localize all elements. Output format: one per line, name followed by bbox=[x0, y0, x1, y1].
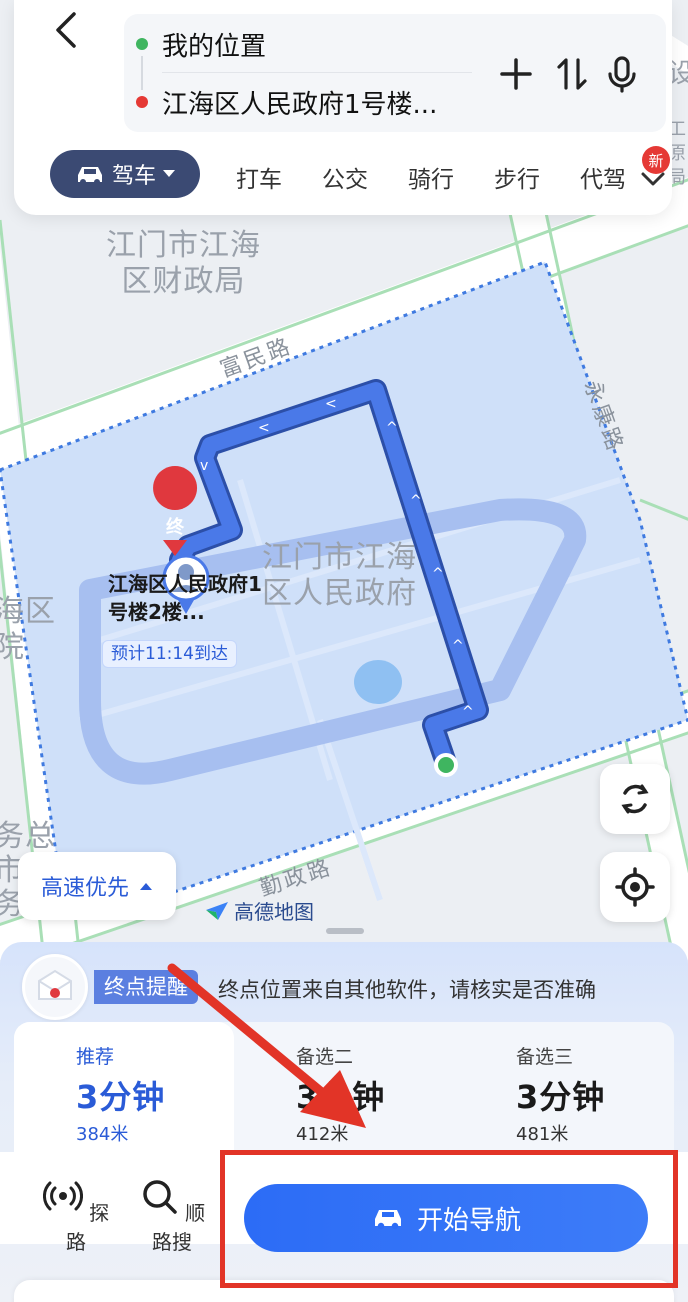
car-icon bbox=[77, 167, 102, 185]
envelope-icon bbox=[22, 954, 88, 1020]
origin-dot bbox=[136, 38, 148, 50]
refresh-icon bbox=[621, 784, 649, 814]
map-label-finance-bureau: 江门市江海 区财政局 bbox=[106, 228, 261, 299]
tab-bike[interactable]: 骑行 bbox=[408, 160, 454, 194]
panel-drag-handle[interactable] bbox=[326, 928, 364, 934]
microphone-icon[interactable] bbox=[602, 54, 642, 94]
search-icon bbox=[143, 1180, 177, 1214]
destination-notice[interactable]: 终点提醒 终点位置来自其他软件，请核实是否准确 bbox=[16, 950, 676, 1022]
tab-drive[interactable]: 驾车 bbox=[50, 150, 200, 198]
locate-icon bbox=[615, 867, 655, 907]
destination-map-label[interactable]: 江海区人民政府1号楼2楼... bbox=[108, 570, 268, 626]
explore-route-button[interactable]: 探路 bbox=[36, 1176, 116, 1255]
route-preference-label: 高速优先 bbox=[40, 876, 129, 901]
swap-route-icon[interactable] bbox=[552, 54, 592, 94]
svg-text:<: < bbox=[258, 420, 270, 436]
notice-tag: 终点提醒 bbox=[94, 970, 198, 1004]
tab-designated-driver[interactable]: 代驾 bbox=[580, 160, 626, 194]
route-option-time: 3分钟 bbox=[296, 1078, 386, 1116]
notice-text: 终点位置来自其他软件，请核实是否准确 bbox=[218, 978, 596, 1002]
route-option-time: 3分钟 bbox=[76, 1078, 166, 1116]
locate-button[interactable] bbox=[600, 852, 670, 922]
caret-up-icon bbox=[140, 883, 152, 890]
add-waypoint-icon[interactable] bbox=[496, 54, 536, 94]
back-button[interactable] bbox=[52, 10, 88, 56]
route-option-distance: 481米 bbox=[516, 1124, 569, 1145]
svg-text:<: < bbox=[325, 396, 337, 412]
travel-mode-tabs: 驾车 打车 公交 骑行 步行 代驾 bbox=[36, 150, 672, 200]
search-along-route-button[interactable]: 顺路搜 bbox=[132, 1176, 212, 1255]
tab-taxi[interactable]: 打车 bbox=[236, 160, 282, 194]
svg-text:^: ^ bbox=[432, 566, 444, 582]
route-option-alt-2[interactable]: 备选二 3分钟 412米 bbox=[234, 1022, 454, 1152]
svg-text:^: ^ bbox=[462, 704, 474, 720]
svg-text:^: ^ bbox=[452, 638, 464, 654]
destination-dot bbox=[136, 96, 148, 108]
destination-field[interactable]: 江海区人民政府1号楼... bbox=[162, 84, 437, 121]
route-option-time: 3分钟 bbox=[516, 1078, 606, 1116]
refresh-route-button[interactable] bbox=[600, 764, 670, 834]
route-option-distance: 384米 bbox=[76, 1124, 129, 1145]
route-options: 推荐 3分钟 384米 备选二 3分钟 412米 备选三 3分钟 481米 bbox=[14, 1022, 674, 1152]
route-option-alt-3[interactable]: 备选三 3分钟 481米 bbox=[454, 1022, 674, 1152]
route-divider bbox=[162, 72, 472, 73]
route-option-name: 备选三 bbox=[516, 1046, 574, 1068]
route-input-box: 我的位置 江海区人民政府1号楼... bbox=[124, 14, 666, 132]
tab-walk[interactable]: 步行 bbox=[494, 160, 540, 194]
amap-brand-text: 高德地图 bbox=[234, 900, 314, 924]
route-connector bbox=[141, 56, 143, 90]
route-option-name: 推荐 bbox=[76, 1046, 115, 1068]
route-option-recommended[interactable]: 推荐 3分钟 384米 bbox=[14, 1022, 234, 1152]
route-preference-button[interactable]: 高速优先 bbox=[18, 852, 176, 920]
route-option-distance: 412米 bbox=[296, 1124, 349, 1145]
svg-text:v: v bbox=[200, 458, 208, 474]
route-option-name: 备选二 bbox=[296, 1046, 354, 1068]
highlight-box bbox=[220, 1150, 678, 1288]
chevron-left-icon bbox=[56, 12, 76, 48]
radar-icon bbox=[42, 1181, 83, 1211]
eta-badge: 预计11:14到达 bbox=[102, 640, 237, 668]
amap-logo-icon bbox=[206, 901, 228, 920]
caret-down-icon bbox=[163, 170, 175, 177]
svg-text:^: ^ bbox=[386, 420, 398, 436]
map-label-left-partial: 海区 院 bbox=[0, 594, 56, 665]
svg-text:^: ^ bbox=[410, 493, 422, 509]
tab-transit[interactable]: 公交 bbox=[322, 160, 368, 194]
tab-drive-label: 驾车 bbox=[111, 164, 156, 189]
route-search-card: 我的位置 江海区人民政府1号楼... 驾车 打车 公交 骑行 步行 代驾 新 bbox=[14, 0, 672, 215]
map-label-government: 江门市江海 区人民政府 bbox=[262, 540, 417, 611]
end-pin-label: 终 bbox=[166, 517, 184, 538]
amap-logo: 高德地图 bbox=[204, 896, 314, 925]
origin-field[interactable]: 我的位置 bbox=[162, 26, 266, 63]
new-badge: 新 bbox=[642, 146, 670, 174]
